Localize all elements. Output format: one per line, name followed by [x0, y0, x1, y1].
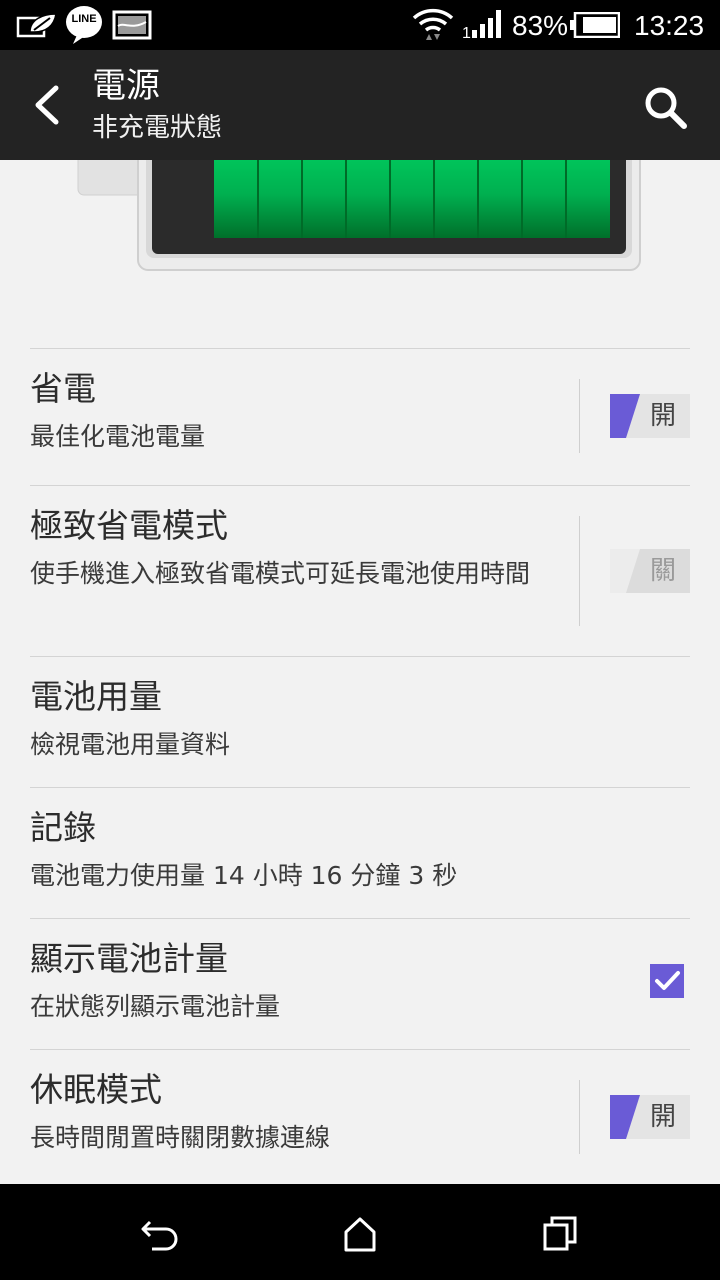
- divider: [579, 379, 580, 453]
- divider: [579, 1080, 580, 1154]
- battery-level-illustration: [0, 160, 720, 310]
- setting-sleep-mode[interactable]: 休眠模式 長時間閒置時關閉數據連線 開: [30, 1049, 690, 1184]
- setting-title: 電池用量: [30, 677, 162, 716]
- show-battery-meter-checkbox[interactable]: [650, 964, 684, 998]
- setting-title: 記錄: [30, 808, 96, 847]
- recent-apps-icon[interactable]: [540, 1214, 580, 1254]
- toggle-label: 開: [649, 1102, 676, 1132]
- wifi-icon: [412, 8, 454, 40]
- signal-icon: 1: [462, 10, 501, 40]
- setting-title: 顯示電池計量: [30, 939, 228, 978]
- battery-percent: 83%: [512, 10, 569, 41]
- toggle-label: 關: [649, 556, 676, 586]
- setting-title: 省電: [30, 369, 96, 408]
- search-icon[interactable]: [642, 84, 688, 130]
- leaf-notification-icon: [16, 13, 57, 38]
- settings-list: 省電 最佳化電池電量 開 極致省電模式 使手機進入極致省電模式可延長電池使用時間…: [30, 348, 690, 1184]
- back-arrow-icon[interactable]: [28, 82, 68, 128]
- power-saver-toggle[interactable]: 開: [610, 394, 690, 438]
- setting-extreme-power-saver[interactable]: 極致省電模式 使手機進入極致省電模式可延長電池使用時間 關: [30, 485, 690, 656]
- setting-title: 休眠模式: [30, 1070, 162, 1109]
- setting-subtitle: 電池電力使用量 14 小時 16 分鐘 3 秒: [30, 861, 458, 890]
- setting-subtitle: 最佳化電池電量: [30, 422, 206, 451]
- line-app-icon: LINE: [65, 5, 103, 44]
- action-bar: 電源 非充電狀態: [0, 50, 720, 160]
- divider: [579, 516, 580, 626]
- page-title: 電源: [92, 66, 160, 106]
- setting-show-battery-meter[interactable]: 顯示電池計量 在狀態列顯示電池計量: [30, 918, 690, 1049]
- checkmark-icon: [655, 971, 680, 990]
- image-notification-icon: [112, 10, 152, 40]
- setting-title: 極致省電模式: [30, 506, 228, 545]
- clock: 13:23: [634, 10, 705, 41]
- home-nav-icon[interactable]: [340, 1214, 380, 1254]
- setting-subtitle: 在狀態列顯示電池計量: [30, 992, 281, 1021]
- battery-icon: [570, 12, 620, 38]
- status-bar: LINE 1 83% 13:23: [0, 0, 720, 50]
- battery-fill: [214, 160, 610, 238]
- page-subtitle: 非充電狀態: [92, 113, 223, 143]
- setting-battery-usage[interactable]: 電池用量 檢視電池用量資料: [30, 656, 690, 787]
- svg-text:1: 1: [462, 25, 471, 40]
- setting-subtitle: 檢視電池用量資料: [30, 730, 231, 759]
- setting-subtitle: 使手機進入極致省電模式可延長電池使用時間: [30, 559, 531, 588]
- setting-subtitle: 長時間閒置時關閉數據連線: [30, 1123, 331, 1152]
- sleep-mode-toggle[interactable]: 開: [610, 1095, 690, 1139]
- toggle-label: 開: [649, 401, 676, 431]
- navigation-bar: [0, 1184, 720, 1280]
- line-app-label: LINE: [71, 13, 97, 25]
- setting-history[interactable]: 記錄 電池電力使用量 14 小時 16 分鐘 3 秒: [30, 787, 690, 918]
- extreme-power-saver-toggle[interactable]: 關: [610, 549, 690, 593]
- back-nav-icon[interactable]: [140, 1214, 180, 1254]
- setting-power-saver[interactable]: 省電 最佳化電池電量 開: [30, 348, 690, 485]
